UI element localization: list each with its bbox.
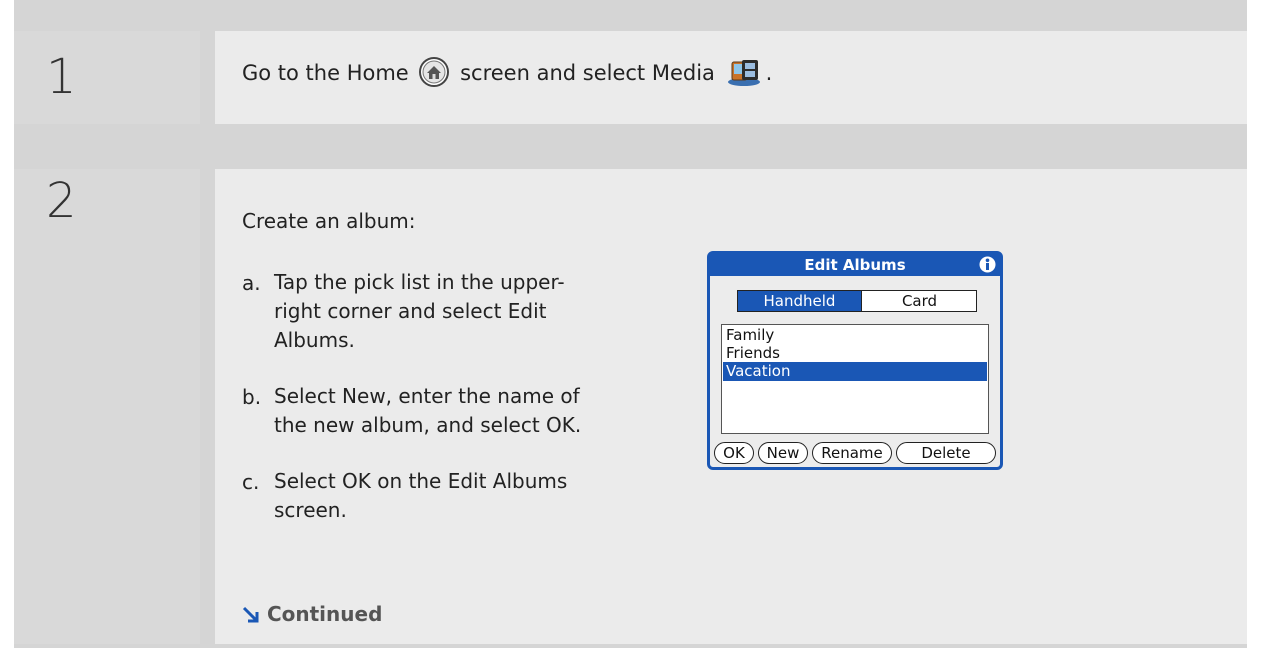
ok-button[interactable]: OK xyxy=(714,442,754,464)
step-1-instruction: Go to the Home screen and select Media . xyxy=(242,57,772,92)
location-segmented-control: Handheld Card xyxy=(737,290,977,312)
tab-card[interactable]: Card xyxy=(861,291,977,311)
item-a-line-2: right corner and select Edit xyxy=(274,299,547,323)
step-1-text-after: . xyxy=(765,61,773,85)
edit-albums-dialog: Edit Albums Handheld Card Family Friends… xyxy=(707,251,1003,470)
item-a-marker: a. xyxy=(242,271,261,295)
albums-list: Family Friends Vacation xyxy=(721,324,989,434)
step-number: 1 xyxy=(46,49,77,105)
continued-label: Continued xyxy=(266,602,383,626)
continued-link[interactable]: Continued xyxy=(242,602,382,626)
item-a-line-1: Tap the pick list in the upper- xyxy=(274,270,565,294)
item-c-line-2: screen. xyxy=(274,498,347,522)
continued-arrow-icon xyxy=(242,602,267,626)
item-c-marker: c. xyxy=(242,470,260,494)
tab-handheld[interactable]: Handheld xyxy=(738,291,861,311)
item-a-line-3: Albums. xyxy=(274,328,355,352)
rename-button[interactable]: Rename xyxy=(812,442,892,464)
home-icon xyxy=(419,57,450,92)
step-1-number-cell: 1 xyxy=(14,31,200,124)
item-b-line-2: the new album, and select OK. xyxy=(274,413,582,437)
item-b-marker: b. xyxy=(242,385,262,409)
step-2-content: Create an album: a. Tap the pick list in… xyxy=(215,169,1247,644)
media-icon xyxy=(726,57,762,92)
item-c-line-1: Select OK on the Edit Albums xyxy=(274,469,568,493)
item-b-line-1: Select New, enter the name of xyxy=(274,384,580,408)
step-1-text-middle: screen and select Media xyxy=(460,61,715,85)
step-2-panel: 2 Create an album: a. Tap the pick list … xyxy=(14,148,1247,648)
dialog-title: Edit Albums xyxy=(710,254,1000,276)
step-number: 2 xyxy=(46,173,77,229)
delete-button[interactable]: Delete xyxy=(896,442,996,464)
step-1-content: Go to the Home screen and select Media . xyxy=(215,31,1247,124)
new-button[interactable]: New xyxy=(758,442,808,464)
info-icon[interactable] xyxy=(979,256,996,277)
step-2-intro: Create an album: xyxy=(242,209,416,233)
step-1-panel: 1 Go to the Home screen and select Media xyxy=(14,0,1247,148)
album-item-family[interactable]: Family xyxy=(723,326,987,345)
step-2-number-cell: 2 xyxy=(14,169,200,644)
album-item-vacation[interactable]: Vacation xyxy=(723,362,987,381)
step-1-text-before: Go to the Home xyxy=(242,61,409,85)
album-item-friends[interactable]: Friends xyxy=(723,344,987,363)
